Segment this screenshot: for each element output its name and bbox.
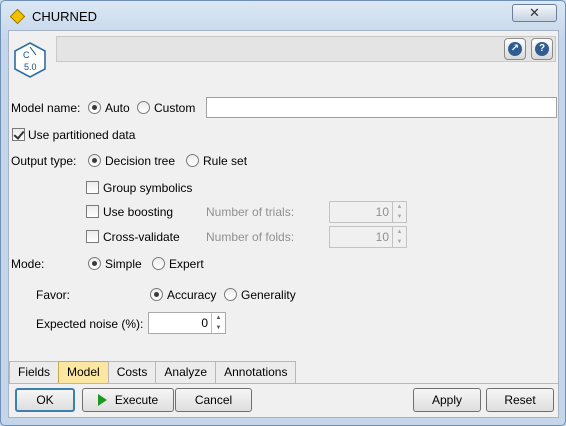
model-name-auto-label: Auto xyxy=(105,101,130,115)
number-of-trials-stepper[interactable]: 10 ▲ ▼ xyxy=(329,201,407,223)
tab-costs[interactable]: Costs xyxy=(107,361,157,383)
spin-down-icon[interactable]: ▼ xyxy=(212,323,225,333)
favor-generality-label: Generality xyxy=(241,288,296,302)
apply-button[interactable]: Apply xyxy=(413,388,481,412)
diamond-node-icon xyxy=(9,8,26,25)
play-icon xyxy=(97,394,107,406)
output-type-label: Output type: xyxy=(11,154,77,168)
use-partitioned-data-label: Use partitioned data xyxy=(28,128,136,142)
dialog-body: C 5.0 ↗ ? Model name: Auto Custom Use pa… xyxy=(8,30,559,418)
spin-down-icon[interactable]: ▼ xyxy=(393,237,406,247)
spin-up-icon[interactable]: ▲ xyxy=(393,227,406,237)
window-title: CHURNED xyxy=(32,9,97,24)
favor-accuracy-label: Accuracy xyxy=(167,288,217,302)
output-type-rule-set-label: Rule set xyxy=(203,154,248,168)
help-button[interactable]: ? xyxy=(531,38,553,60)
svg-text:5.0: 5.0 xyxy=(24,62,37,72)
output-type-decision-tree-label: Decision tree xyxy=(105,154,176,168)
mode-expert-radio[interactable] xyxy=(152,257,165,270)
tab-fields[interactable]: Fields xyxy=(9,361,60,383)
spin-down-icon[interactable]: ▼ xyxy=(393,212,406,222)
expected-noise-stepper[interactable]: 0 ▲ ▼ xyxy=(148,312,226,334)
cross-validate-label: Cross-validate xyxy=(103,230,180,244)
mode-label: Mode: xyxy=(11,257,45,271)
launch-button[interactable]: ↗ xyxy=(504,38,526,60)
tab-model[interactable]: Model xyxy=(58,361,109,383)
use-boosting-checkbox[interactable] xyxy=(86,205,99,218)
ok-button[interactable]: OK xyxy=(15,388,75,412)
number-of-folds-stepper[interactable]: 10 ▲ ▼ xyxy=(329,226,407,248)
cancel-button[interactable]: Cancel xyxy=(175,388,252,412)
title-bar: CHURNED ✕ xyxy=(1,1,565,29)
number-of-folds-label: Number of folds: xyxy=(206,230,295,244)
execute-button[interactable]: Execute xyxy=(82,388,174,412)
svg-text:C: C xyxy=(23,50,30,60)
mode-simple-label: Simple xyxy=(105,257,142,271)
use-boosting-label: Use boosting xyxy=(103,205,174,219)
number-of-trials-value: 10 xyxy=(375,205,389,219)
dialog-window: CHURNED ✕ C 5.0 ↗ ? Model name: Auto Cus… xyxy=(0,0,566,426)
help-icon: ? xyxy=(535,42,549,56)
mode-expert-label: Expert xyxy=(169,257,204,271)
cross-validate-checkbox[interactable] xyxy=(86,230,99,243)
model-name-custom-label: Custom xyxy=(154,101,196,115)
model-name-input[interactable] xyxy=(206,97,557,118)
model-name-auto-radio[interactable] xyxy=(88,101,101,114)
group-symbolics-checkbox[interactable] xyxy=(86,181,99,194)
c50-node-icon: C 5.0 xyxy=(14,42,46,78)
output-type-rule-set-radio[interactable] xyxy=(186,154,199,167)
expected-noise-label: Expected noise (%): xyxy=(36,317,144,331)
close-button[interactable]: ✕ xyxy=(512,4,557,22)
model-name-label: Model name: xyxy=(11,101,81,115)
spin-up-icon[interactable]: ▲ xyxy=(393,202,406,212)
tab-annotations[interactable]: Annotations xyxy=(215,361,297,383)
number-of-trials-label: Number of trials: xyxy=(206,205,295,219)
execute-label: Execute xyxy=(114,393,159,407)
mode-simple-radio[interactable] xyxy=(88,257,101,270)
tab-divider xyxy=(9,383,558,384)
favor-accuracy-radio[interactable] xyxy=(150,288,163,301)
reset-button[interactable]: Reset xyxy=(486,388,554,412)
launch-icon: ↗ xyxy=(508,42,522,56)
expected-noise-value: 0 xyxy=(201,316,208,330)
node-name-box xyxy=(56,36,556,62)
model-name-custom-radio[interactable] xyxy=(137,101,150,114)
spin-up-icon[interactable]: ▲ xyxy=(212,313,225,323)
output-type-decision-tree-radio[interactable] xyxy=(88,154,101,167)
use-partitioned-data-checkbox[interactable] xyxy=(12,128,25,141)
tab-bar: Fields Model Costs Analyze Annotations xyxy=(9,361,297,383)
number-of-folds-value: 10 xyxy=(375,230,389,244)
group-symbolics-label: Group symbolics xyxy=(103,181,193,195)
tab-analyze[interactable]: Analyze xyxy=(155,361,217,383)
favor-generality-radio[interactable] xyxy=(224,288,237,301)
favor-label: Favor: xyxy=(36,288,71,302)
